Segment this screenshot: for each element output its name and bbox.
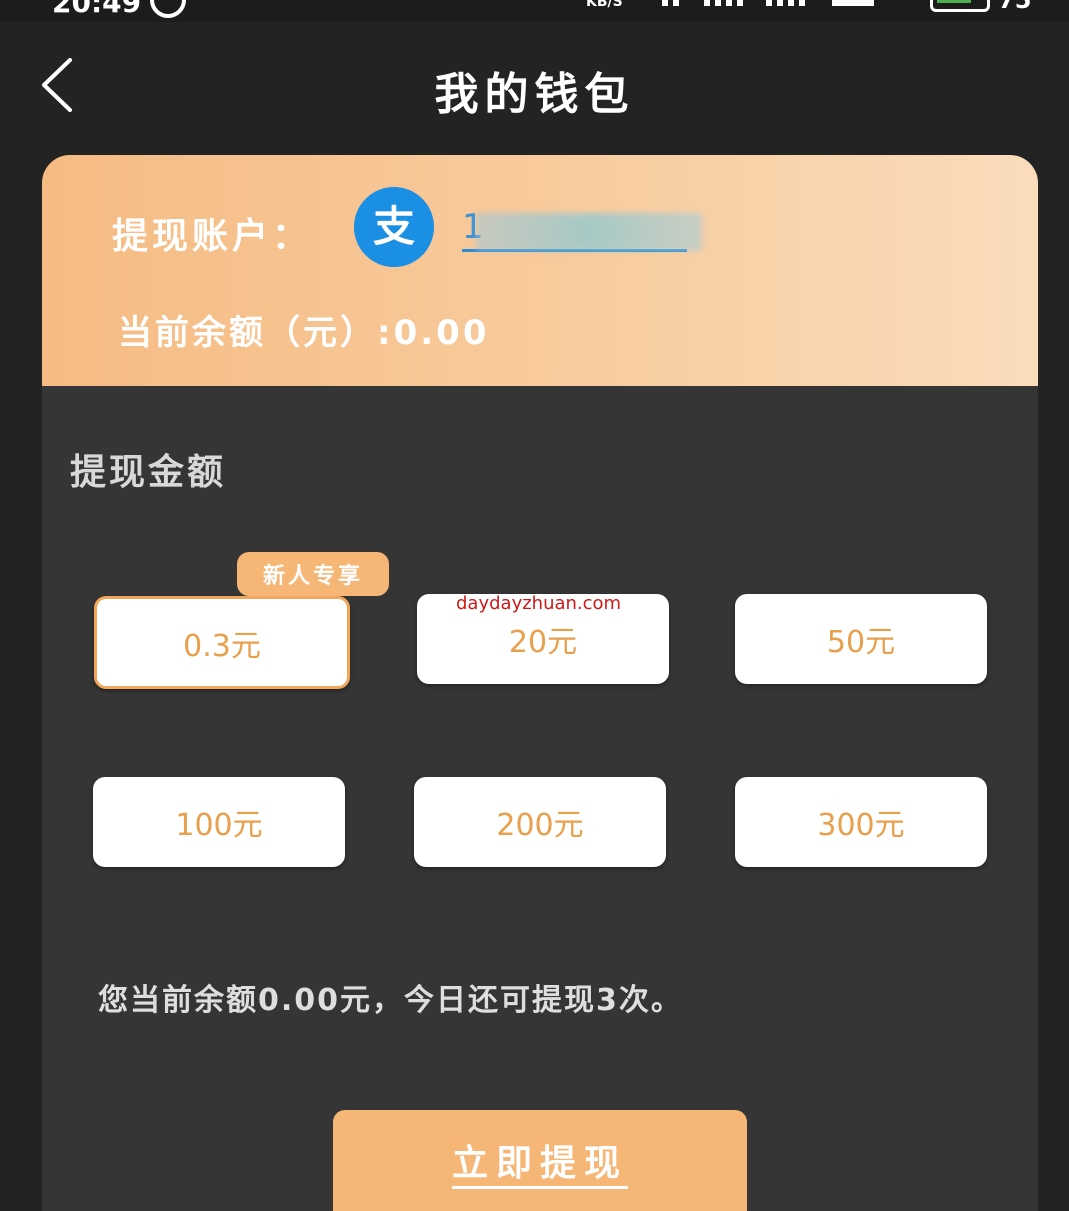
amount-option-300[interactable]: 300元	[735, 777, 987, 867]
alarm-clock-icon	[150, 0, 186, 18]
amount-option-label: 20元	[508, 625, 578, 660]
withdraw-info-text: 您当前余额0.00元，今日还可提现3次。	[98, 983, 683, 1018]
battery-level: 75	[998, 0, 1032, 14]
amount-option-label: 0.3元	[183, 628, 261, 664]
account-redaction	[476, 213, 702, 251]
amount-option-label: 200元	[496, 808, 584, 843]
withdraw-now-label: 立即提现	[451, 1142, 628, 1189]
alipay-icon: 支	[354, 187, 434, 267]
account-label: 提现账户：	[112, 216, 313, 257]
watermark: daydayzhuan.com	[456, 593, 622, 614]
current-balance: 当前余额（元）:0.00	[118, 313, 490, 353]
withdraw-amount-title: 提现金额	[70, 452, 227, 493]
alipay-glyph: 支	[373, 202, 415, 251]
wallet-screen: 20:49 KB/S 75 我的钱包 提现账户： 支 1 当前余额（元）:0.0…	[0, 0, 1069, 1211]
network-speed: KB/S	[586, 0, 623, 10]
amount-option-100[interactable]: 100元	[93, 777, 345, 867]
status-time: 20:49	[52, 0, 142, 19]
data-transfer-icon	[662, 0, 679, 6]
newbie-exclusive-badge: 新人专享	[237, 552, 389, 596]
wallet-card: 提现账户： 支 1 当前余额（元）:0.00 提现金额 0.3元 新人专享 20…	[42, 155, 1038, 1211]
battery-icon	[930, 0, 990, 12]
page-title: 我的钱包	[434, 69, 635, 120]
status-bar: 20:49 KB/S 75	[0, 0, 1069, 22]
amount-option-label: 300元	[817, 808, 905, 843]
amount-option-50[interactable]: 50元	[735, 594, 987, 684]
signal-strength-icon	[704, 0, 743, 6]
wifi-icon	[832, 0, 874, 6]
amount-option-200[interactable]: 200元	[414, 777, 666, 867]
amount-option-label: 100元	[175, 808, 263, 843]
withdraw-now-button[interactable]: 立即提现	[333, 1110, 747, 1211]
signal-strength-2-icon	[766, 0, 805, 6]
amount-option-label: 50元	[826, 625, 896, 660]
amount-option-0-3[interactable]: 0.3元	[94, 596, 350, 689]
account-summary: 提现账户： 支 1 当前余额（元）:0.00	[42, 155, 1038, 386]
